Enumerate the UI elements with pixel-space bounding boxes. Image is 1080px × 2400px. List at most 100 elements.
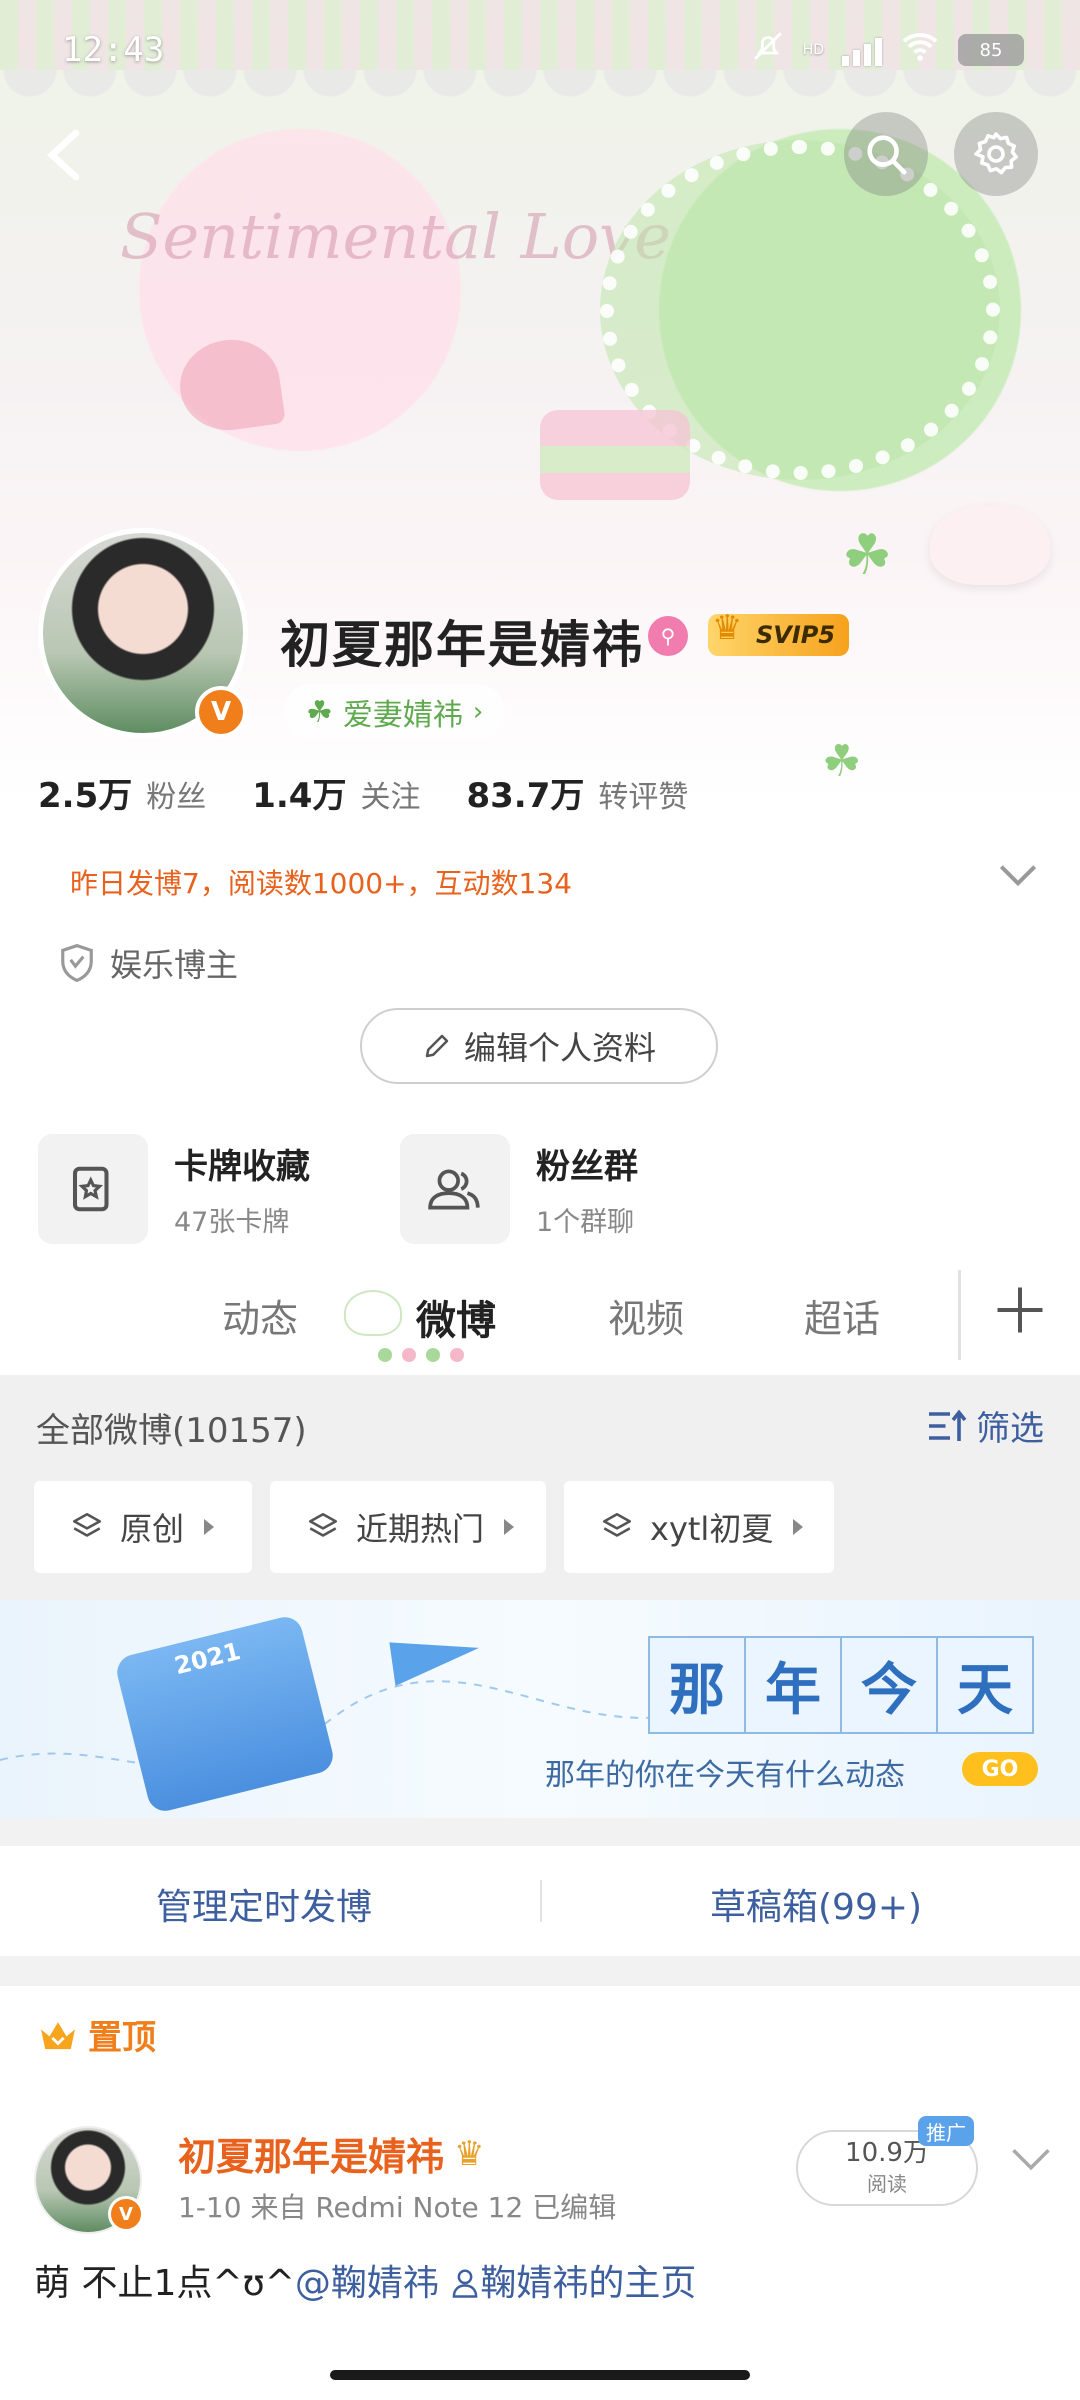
stat-followers[interactable]: 2.5万 粉丝 bbox=[38, 768, 206, 817]
chip-recent-hot[interactable]: 近期热门 bbox=[270, 1481, 546, 1573]
memory-subtitle: 那年的你在今天有什么动态 bbox=[545, 1758, 905, 1793]
post-more-button[interactable] bbox=[1010, 2146, 1052, 2176]
tab-video[interactable]: 视频 bbox=[608, 1288, 684, 1343]
chip-original[interactable]: 原创 bbox=[34, 1481, 252, 1573]
card-title: 卡牌收藏 bbox=[174, 1147, 310, 1187]
manage-divider bbox=[540, 1880, 542, 1922]
card-star-icon bbox=[38, 1134, 148, 1244]
post-author-row[interactable]: 初夏那年是婧祎 ♛ bbox=[178, 2126, 485, 2181]
post-text: 萌 不止1点^ʊ^@鞠婧祎 鞠婧祎的主页 bbox=[34, 2254, 696, 2306]
promote-tag[interactable]: 推广 bbox=[918, 2116, 974, 2146]
stat-following[interactable]: 1.4万 关注 bbox=[252, 768, 420, 817]
read-label: 阅读 bbox=[867, 2171, 907, 2196]
on-this-day-banner[interactable]: 2021 那 年 今 天 那年的你在今天有什么动态 GO bbox=[0, 1600, 1080, 1818]
svip-label: SVIP5 bbox=[756, 621, 836, 649]
user-icon bbox=[453, 2269, 478, 2298]
crown-icon: ♛ bbox=[712, 608, 743, 648]
verified-v-icon: V bbox=[108, 2196, 144, 2232]
stat-value: 2.5万 bbox=[38, 776, 133, 816]
all-posts-count[interactable]: 全部微博(10157) bbox=[36, 1403, 307, 1452]
relation-tag[interactable]: ☘ 爱妻婧祎 › bbox=[284, 684, 506, 740]
status-icons: HD 85 bbox=[751, 29, 1024, 71]
fan-group-entry[interactable]: 粉丝群 1个群聊 bbox=[400, 1134, 638, 1244]
profile-tabs: 动态 微博 视频 超话 bbox=[0, 1260, 1080, 1375]
search-icon bbox=[867, 135, 907, 175]
chip-label: 原创 bbox=[120, 1510, 185, 1548]
stat-label: 关注 bbox=[360, 780, 421, 815]
stat-label: 粉丝 bbox=[146, 780, 207, 815]
cover-cake-decoration bbox=[540, 410, 690, 500]
chip-custom-group[interactable]: xytl初夏 bbox=[564, 1481, 834, 1573]
pink-badge-icon[interactable]: ⚲ bbox=[648, 616, 688, 656]
pinned-label-row: 置顶 bbox=[38, 2010, 156, 2059]
battery-icon: 85 bbox=[958, 34, 1024, 66]
expand-button[interactable] bbox=[998, 862, 1038, 892]
settings-button[interactable] bbox=[954, 112, 1038, 196]
tab-weibo[interactable]: 微博 bbox=[416, 1288, 496, 1346]
verified-v-icon: V bbox=[195, 686, 247, 738]
shield-check-icon bbox=[61, 943, 93, 983]
category-tag[interactable]: 娱乐博主 bbox=[58, 940, 238, 986]
chevron-right-icon: › bbox=[472, 697, 484, 727]
edit-profile-button[interactable]: 编辑个人资料 bbox=[360, 1008, 718, 1084]
relation-tag-label: 爱妻婧祎 bbox=[342, 698, 463, 733]
card-subtitle: 47张卡牌 bbox=[174, 1207, 290, 1238]
status-time: 12:43 bbox=[62, 30, 165, 70]
chip-label: xytl初夏 bbox=[650, 1510, 774, 1548]
profile-link-label: 鞠婧祎的主页 bbox=[480, 2263, 697, 2304]
profile-link[interactable]: 鞠婧祎的主页 bbox=[450, 2263, 696, 2304]
triangle-right-icon bbox=[204, 1519, 215, 1535]
clover-icon: ☘ bbox=[842, 523, 893, 588]
filter-button[interactable]: 筛选 bbox=[926, 1401, 1044, 1450]
scheduled-posts-button[interactable]: 管理定时发博 bbox=[156, 1878, 372, 1930]
bunny-icon bbox=[344, 1290, 402, 1336]
signal-icon bbox=[842, 34, 882, 66]
wifi-icon bbox=[900, 30, 940, 70]
active-tab-indicator bbox=[378, 1348, 464, 1362]
profile-username: 初夏那年是婧祎 bbox=[280, 616, 644, 674]
memory-title: 那 年 今 天 bbox=[648, 1636, 1034, 1734]
pinned-post[interactable]: 置顶 V 初夏那年是婧祎 ♛ 1-10 来自 Redmi Note 12 已编辑… bbox=[0, 1986, 1080, 2400]
add-tab-button[interactable] bbox=[990, 1280, 1050, 1340]
card-subtitle: 1个群聊 bbox=[536, 1207, 635, 1238]
stat-label: 转评赞 bbox=[598, 780, 689, 815]
go-button[interactable]: GO bbox=[962, 1752, 1038, 1786]
chevron-down-icon bbox=[999, 865, 1037, 887]
group-icon bbox=[400, 1134, 510, 1244]
status-bar: 12:43 HD 85 bbox=[0, 0, 1080, 100]
cover-cat-decoration bbox=[930, 505, 1050, 585]
triangle-right-icon bbox=[793, 1519, 804, 1535]
clover-icon: ☘ bbox=[822, 736, 862, 787]
filter-label: 筛选 bbox=[976, 1409, 1044, 1449]
clover-icon: ☘ bbox=[306, 694, 333, 730]
tab-dynamics[interactable]: 动态 bbox=[222, 1288, 298, 1343]
activity-summary: 昨日发博7，阅读数1000+，互动数134 bbox=[70, 867, 572, 900]
mute-bell-icon bbox=[751, 29, 785, 71]
post-text-plain: 萌 不止1点^ʊ^ bbox=[34, 2263, 295, 2304]
profile-stats: 2.5万 粉丝 1.4万 关注 83.7万 转评赞 bbox=[38, 768, 688, 817]
layers-icon bbox=[72, 1512, 102, 1537]
plus-icon bbox=[997, 1287, 1043, 1333]
post-meta: 1-10 来自 Redmi Note 12 已编辑 bbox=[178, 2191, 617, 2224]
layers-icon bbox=[308, 1512, 338, 1537]
memory-title-char: 天 bbox=[936, 1636, 1034, 1734]
edit-profile-label: 编辑个人资料 bbox=[463, 1029, 656, 1067]
vip-crown-icon: ♛ bbox=[454, 2133, 485, 2174]
read-count: 10.9万 bbox=[845, 2138, 929, 2169]
back-button[interactable] bbox=[30, 120, 100, 190]
tab-supertopic[interactable]: 超话 bbox=[804, 1288, 880, 1343]
stat-value: 1.4万 bbox=[252, 776, 347, 816]
memory-title-char: 今 bbox=[840, 1636, 938, 1734]
pinned-label: 置顶 bbox=[88, 2018, 156, 2058]
triangle-right-icon bbox=[504, 1519, 515, 1535]
stat-value: 83.7万 bbox=[466, 776, 585, 816]
mention-link[interactable]: @鞠婧祎 bbox=[295, 2263, 439, 2304]
filter-sort-icon bbox=[929, 1409, 967, 1441]
stat-interactions[interactable]: 83.7万 转评赞 bbox=[466, 768, 688, 817]
search-button[interactable] bbox=[844, 112, 928, 196]
drafts-button[interactable]: 草稿箱(99+) bbox=[710, 1878, 922, 1930]
svip-badge[interactable]: ♛ SVIP5 bbox=[708, 608, 850, 656]
pencil-icon bbox=[425, 1034, 449, 1058]
home-indicator[interactable] bbox=[330, 2370, 750, 2380]
card-collection-entry[interactable]: 卡牌收藏 47张卡牌 bbox=[38, 1134, 310, 1244]
